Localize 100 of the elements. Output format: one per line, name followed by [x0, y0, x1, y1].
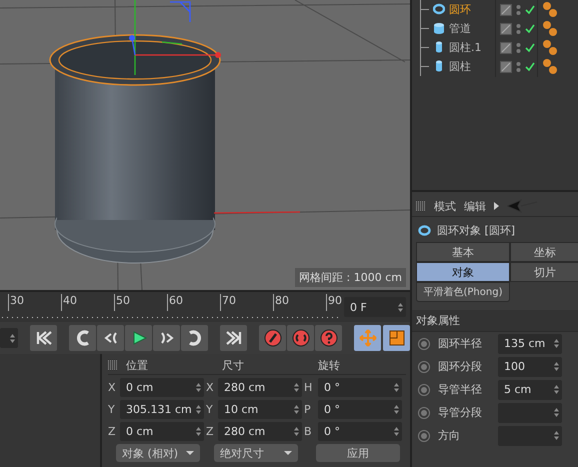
spinner-icon — [554, 362, 559, 371]
caret-icon — [284, 451, 292, 455]
caret-icon — [186, 451, 194, 455]
object-name[interactable]: 管道 — [449, 21, 491, 36]
spinner-icon — [394, 405, 399, 414]
value-field[interactable]: 0 ° — [318, 378, 402, 397]
radio-icon — [418, 406, 430, 418]
spinner-icon — [294, 427, 299, 436]
dropdown[interactable]: 绝对尺寸 — [214, 444, 298, 462]
torus-icon — [418, 225, 431, 236]
value-field[interactable]: 10 cm — [218, 400, 302, 419]
layer-icon — [500, 4, 512, 16]
object-title: 圆环对象 [圆环] — [437, 223, 516, 238]
go-to-start-icon — [34, 329, 52, 347]
input-field[interactable] — [0, 328, 18, 348]
radio-icon — [418, 360, 430, 372]
tag-icon — [542, 0, 558, 18]
tree-line — [420, 38, 429, 57]
tag-icon — [542, 20, 558, 38]
previous-key-button[interactable] — [69, 325, 96, 351]
value-field[interactable]: 0 cm — [120, 422, 204, 441]
tube-icon — [433, 22, 445, 35]
field-label: 圆环半径 — [437, 336, 483, 351]
visibility-dots-icon — [516, 22, 521, 34]
axis-label: H — [304, 381, 314, 394]
spinner-icon — [196, 405, 201, 414]
tab[interactable]: 平滑着色(Phong) — [416, 282, 510, 302]
grip-icon — [416, 201, 426, 211]
key-icon — [264, 329, 282, 347]
value-field[interactable] — [498, 426, 562, 446]
go-to-start-button[interactable] — [30, 325, 57, 351]
tab[interactable]: 切片 — [510, 262, 578, 282]
tab[interactable]: 基本 — [416, 242, 510, 262]
value-field[interactable]: 135 cm — [498, 334, 562, 354]
apply-button[interactable]: 应用 — [316, 444, 400, 462]
field-label: 导管半径 — [437, 382, 483, 397]
value-field[interactable]: 5 cm — [498, 380, 562, 400]
autokey-button[interactable] — [287, 325, 314, 351]
dropdown[interactable]: 对象 (相对) — [116, 444, 200, 462]
frame-field[interactable]: 0 F — [344, 297, 406, 317]
axis-label: B — [304, 425, 313, 438]
spinner-icon — [294, 405, 299, 414]
previous-frame-button[interactable] — [97, 325, 124, 351]
autokey-icon — [292, 329, 310, 347]
layer-icon — [500, 42, 512, 54]
section-heading: 对象属性 — [412, 310, 578, 332]
scale-tool-button[interactable] — [383, 325, 410, 351]
tree-line — [420, 19, 429, 38]
spinner-icon — [554, 385, 559, 394]
column-header: 旋转 — [318, 358, 341, 372]
value-field[interactable]: 0 cm — [120, 378, 204, 397]
help-button[interactable] — [315, 325, 342, 351]
tree-line — [420, 0, 429, 19]
grid-spacing-label: 网格间距 : 1000 cm — [295, 268, 406, 287]
value-field[interactable] — [498, 402, 562, 422]
spinner-icon — [554, 408, 559, 417]
object-name[interactable]: 圆柱.1 — [449, 40, 491, 55]
help-icon — [320, 329, 338, 347]
spinner-icon — [196, 383, 201, 392]
object-name[interactable]: 圆环 — [449, 2, 491, 17]
axis-label: Z — [206, 425, 215, 438]
value-field[interactable]: 305.131 cm — [120, 400, 204, 419]
go-to-end-icon — [224, 329, 242, 347]
visibility-dots-icon — [516, 42, 521, 54]
column-header: 位置 — [126, 358, 149, 372]
layer-icon — [500, 60, 512, 72]
triangle-icon — [494, 202, 499, 210]
spinner-icon — [554, 339, 559, 348]
next-key-button[interactable] — [181, 325, 208, 351]
tab[interactable]: 对象 — [416, 262, 510, 282]
spinner-icon — [10, 334, 15, 342]
value-field[interactable]: 100 — [498, 356, 562, 376]
key-button[interactable] — [259, 325, 286, 351]
column-header: 尺寸 — [222, 358, 245, 372]
scale-tool-icon — [388, 329, 406, 347]
layer-icon — [500, 22, 512, 34]
spinner-icon — [394, 383, 399, 392]
cylinder-icon — [433, 60, 445, 73]
tab[interactable]: 坐标 — [510, 242, 578, 262]
menu-item[interactable]: 编辑 — [464, 198, 486, 214]
menu-item[interactable]: 模式 — [434, 198, 456, 214]
object-name[interactable]: 圆柱 — [449, 59, 491, 74]
field-label: 方向 — [437, 428, 461, 443]
visibility-dots-icon — [516, 60, 521, 72]
frame-number: 30 — [8, 294, 61, 311]
play-button[interactable] — [125, 325, 152, 351]
move-tool-icon — [358, 329, 376, 347]
timeline-ruler[interactable]: 30 40 50 60 70 80 90 — [0, 294, 340, 320]
value-field[interactable]: 0 ° — [318, 422, 402, 441]
radio-icon — [418, 338, 430, 350]
frame-number: 60 — [167, 294, 220, 311]
frame-number: 70 — [220, 294, 273, 311]
spinner-icon — [394, 427, 399, 436]
go-to-end-button[interactable] — [220, 325, 247, 351]
value-field[interactable]: 0 ° — [318, 400, 402, 419]
value-field[interactable]: 280 cm — [218, 378, 302, 397]
cylinder-icon — [433, 41, 445, 54]
axis-label: Z — [108, 425, 117, 438]
value-field[interactable]: 280 cm — [218, 422, 302, 441]
next-frame-button[interactable] — [153, 325, 180, 351]
